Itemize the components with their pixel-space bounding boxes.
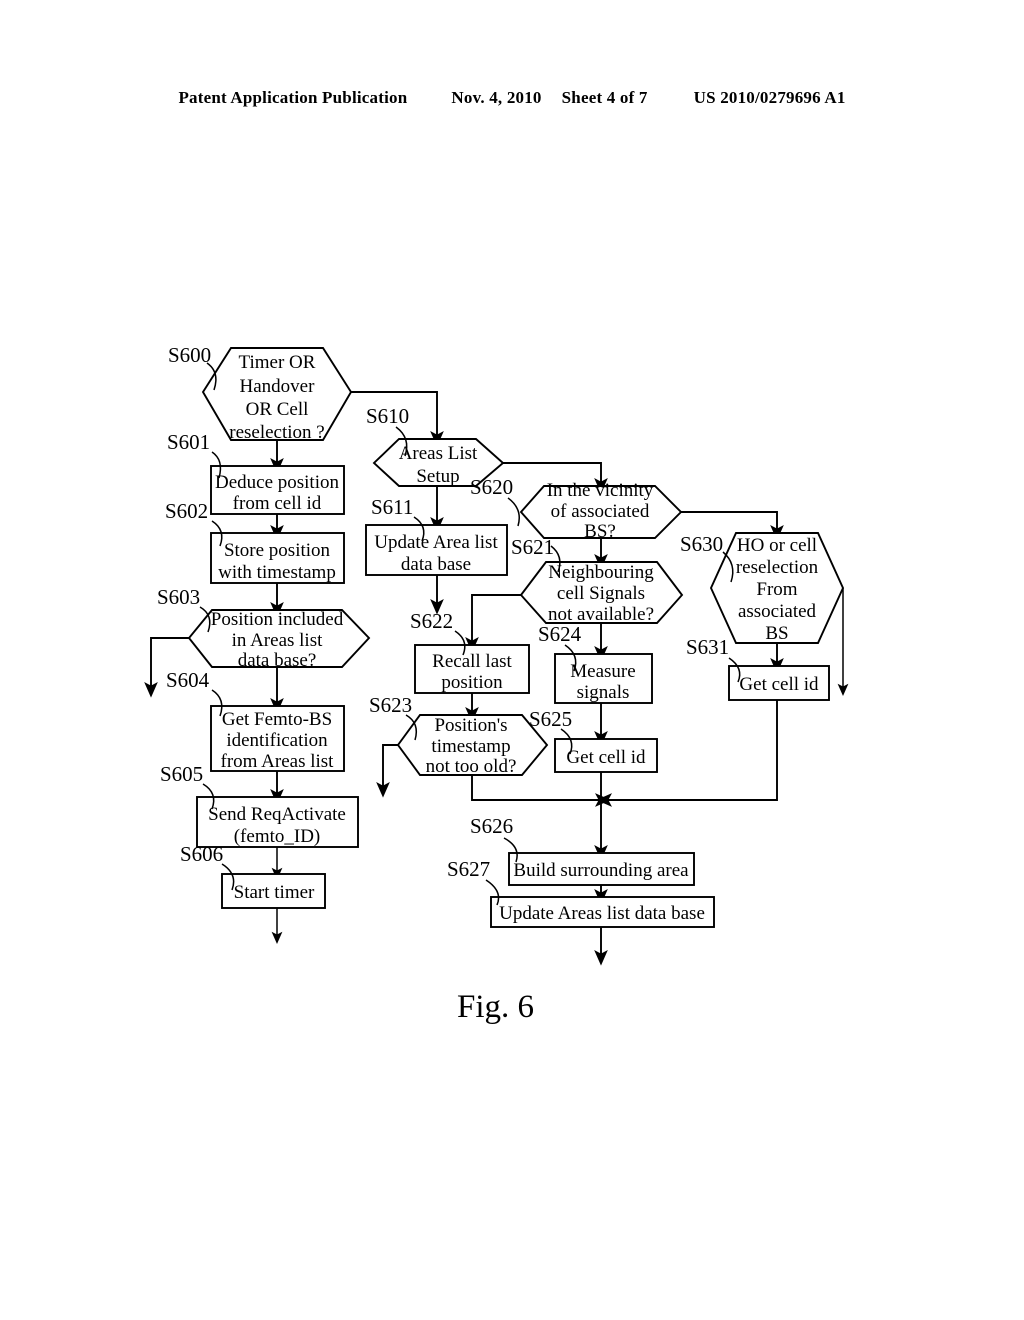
node-s631[interactable]: Get cell id bbox=[728, 665, 830, 701]
step-id-s611: S611 bbox=[371, 495, 413, 519]
step-id-s606: S606 bbox=[180, 842, 223, 866]
node-s621-line-0: Neighbouring bbox=[548, 562, 654, 583]
node-s603[interactable]: Position included in Areas list data bas… bbox=[187, 609, 371, 671]
node-s605[interactable]: Send ReqActivate (femto_ID) bbox=[196, 796, 359, 848]
node-s604-line-1: identification bbox=[226, 730, 328, 751]
node-s604-line-2: from Areas list bbox=[221, 751, 335, 772]
edge-s623-exit bbox=[376, 744, 398, 798]
edge-s620-s630 bbox=[681, 511, 784, 541]
figure-caption: Fig. 6 bbox=[457, 989, 534, 1025]
leader-s620 bbox=[507, 497, 520, 527]
node-s630-line-0: HO or cell bbox=[737, 535, 817, 556]
node-s602-line-1: with timestamp bbox=[218, 562, 336, 583]
step-id-s620: S620 bbox=[470, 475, 513, 499]
node-s630-line-2: From bbox=[756, 579, 797, 600]
step-id-s603: S603 bbox=[157, 585, 200, 609]
node-s626[interactable]: Build surrounding area bbox=[508, 852, 695, 886]
step-id-s621: S621 bbox=[511, 535, 554, 559]
node-s600-line-3: reselection ? bbox=[229, 422, 324, 443]
node-s625-line-0: Get cell id bbox=[566, 747, 646, 768]
node-s600-line-1: Handover bbox=[240, 376, 316, 397]
patent-figure-page: Patent Application Publication Nov. 4, 2… bbox=[0, 0, 1024, 1320]
node-s600-line-2: OR Cell bbox=[246, 399, 309, 420]
node-s622-line-1: position bbox=[441, 672, 503, 693]
node-s621-line-1: cell Signals bbox=[557, 583, 645, 604]
node-s611-line-0: Update Area list bbox=[374, 532, 498, 553]
step-id-s610: S610 bbox=[366, 404, 409, 428]
node-s601-line-1: from cell id bbox=[233, 493, 322, 514]
node-s611[interactable]: Update Area list data base bbox=[365, 524, 508, 576]
step-id-s624: S624 bbox=[538, 622, 582, 646]
node-s610-line-0: Areas List bbox=[399, 443, 478, 464]
node-s600[interactable]: Timer OR Handover OR Cell reselection ? bbox=[201, 347, 353, 443]
node-s627[interactable]: Update Areas list data base bbox=[490, 896, 715, 928]
node-s603-line-2: data base? bbox=[238, 650, 317, 671]
node-s627-line-0: Update Areas list data base bbox=[499, 903, 705, 924]
node-s611-line-1: data base bbox=[401, 554, 471, 575]
node-s601[interactable]: Deduce position from cell id bbox=[210, 465, 345, 515]
node-s606-line-0: Start timer bbox=[234, 882, 315, 903]
node-s604-line-0: Get Femto-BS bbox=[222, 709, 332, 730]
node-s630-line-3: associated bbox=[738, 601, 817, 622]
step-id-s622: S622 bbox=[410, 609, 453, 633]
node-s603-line-1: in Areas list bbox=[232, 630, 323, 651]
node-s624-line-1: signals bbox=[577, 682, 630, 703]
node-s604[interactable]: Get Femto-BS identification from Areas l… bbox=[210, 705, 345, 772]
step-id-s626: S626 bbox=[470, 814, 513, 838]
node-s630-line-4: BS bbox=[765, 623, 788, 644]
node-s606[interactable]: Start timer bbox=[221, 873, 326, 909]
step-id-s623: S623 bbox=[369, 693, 412, 717]
node-s623-line-0: Position's bbox=[434, 715, 507, 736]
node-s626-line-0: Build surrounding area bbox=[513, 860, 689, 881]
node-s610-line-1: Setup bbox=[416, 466, 459, 487]
node-s605-line-1: (femto_ID) bbox=[234, 826, 321, 847]
step-id-s627: S627 bbox=[447, 857, 490, 881]
node-s620-line-1: of associated bbox=[551, 501, 650, 522]
node-s623-line-1: timestamp bbox=[431, 736, 510, 757]
node-s623[interactable]: Position's timestamp not too old? bbox=[396, 714, 549, 777]
node-s603-line-0: Position included bbox=[211, 609, 344, 630]
node-s621[interactable]: Neighbouring cell Signals not available? bbox=[519, 561, 684, 625]
step-id-s601: S601 bbox=[167, 430, 210, 454]
step-id-s631: S631 bbox=[686, 635, 729, 659]
node-s600-line-0: Timer OR bbox=[239, 352, 316, 373]
node-s630-line-1: reselection bbox=[736, 557, 819, 578]
node-s601-line-0: Deduce position bbox=[215, 472, 340, 493]
step-id-s605: S605 bbox=[160, 762, 203, 786]
node-s620-line-0: In the vicinity bbox=[547, 480, 654, 501]
step-id-s600: S600 bbox=[168, 343, 211, 367]
node-s622[interactable]: Recall last position bbox=[414, 644, 530, 694]
step-id-s604: S604 bbox=[166, 668, 210, 692]
edge-s623-junction bbox=[471, 775, 601, 801]
node-s602-line-0: Store position bbox=[224, 540, 331, 561]
node-s620-line-2: BS? bbox=[584, 521, 616, 542]
node-s625[interactable]: Get cell id bbox=[554, 738, 658, 773]
node-s624-line-0: Measure bbox=[570, 661, 635, 682]
step-id-s630: S630 bbox=[680, 532, 723, 556]
step-id-s602: S602 bbox=[165, 499, 208, 523]
node-s622-line-0: Recall last bbox=[432, 651, 512, 672]
node-s623-line-2: not too old? bbox=[426, 756, 517, 777]
node-s624[interactable]: Measure signals bbox=[554, 653, 653, 704]
node-s631-line-0: Get cell id bbox=[739, 674, 819, 695]
node-s620[interactable]: In the vicinity of associated BS? bbox=[519, 480, 683, 542]
flowchart-canvas: Timer OR Handover OR Cell reselection ? … bbox=[144, 343, 849, 1025]
node-s630[interactable]: HO or cell reselection From associated B… bbox=[709, 532, 845, 644]
node-s602[interactable]: Store position with timestamp bbox=[210, 532, 345, 584]
node-s605-line-0: Send ReqActivate bbox=[208, 804, 346, 825]
edge-s621-s622 bbox=[465, 594, 521, 653]
step-id-s625: S625 bbox=[529, 707, 572, 731]
